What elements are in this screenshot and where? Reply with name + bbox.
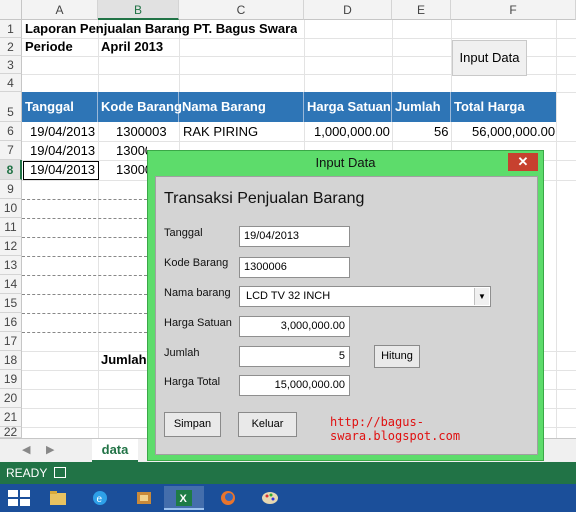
file-explorer-icon[interactable] — [38, 486, 78, 510]
form-heading: Transaksi Penjualan Barang — [164, 190, 365, 207]
column-header-b[interactable]: B — [98, 0, 179, 20]
row-header-6[interactable]: 6 — [0, 122, 22, 141]
row-header-3[interactable]: 3 — [0, 56, 22, 74]
row-header-22[interactable]: 22 — [0, 426, 22, 438]
excel-icon[interactable]: X — [164, 486, 204, 510]
header-jumlah[interactable]: Jumlah — [392, 92, 451, 122]
header-tanggal[interactable]: Tanggal — [22, 92, 98, 122]
internet-explorer-icon[interactable]: e — [80, 486, 120, 510]
harga-total-label: Harga Total — [164, 376, 221, 388]
start-windows-icon[interactable] — [0, 486, 40, 510]
column-header-d[interactable]: D — [304, 0, 392, 20]
svg-text:e: e — [97, 494, 103, 505]
dropdown-arrow-icon[interactable]: ▼ — [474, 288, 489, 305]
cell-tanggal[interactable]: 19/04/2013 — [30, 143, 95, 158]
column-header-e[interactable]: E — [392, 0, 451, 20]
blog-link[interactable]: http://bagus-swara.blogspot.com — [330, 415, 537, 443]
gridline — [98, 20, 99, 438]
dashed-border — [22, 275, 147, 276]
taskbar: e X — [0, 484, 576, 512]
cell-kode-barang[interactable]: 1300001 — [116, 143, 147, 158]
header-nama-barang[interactable]: Nama Barang — [179, 92, 304, 122]
cell-jumlah[interactable]: 56 — [434, 124, 448, 139]
kode-barang-field[interactable]: 1300006 — [239, 257, 350, 278]
jumlah-field[interactable]: 5 — [239, 346, 350, 367]
row-header-7[interactable]: 7 — [0, 141, 22, 160]
row-header-12[interactable]: 12 — [0, 237, 22, 256]
keluar-button[interactable]: Keluar — [238, 412, 297, 437]
dialog-title: Input Data — [315, 155, 376, 170]
dashed-border — [22, 332, 147, 333]
row-header-14[interactable]: 14 — [0, 275, 22, 294]
dialog-body: Transaksi Penjualan Barang Tanggal 19/04… — [155, 176, 538, 455]
row-header-8[interactable]: 8 — [0, 160, 22, 180]
select-all-corner[interactable] — [0, 0, 22, 20]
row-header-2[interactable]: 2 — [0, 38, 22, 56]
row-header-15[interactable]: 15 — [0, 294, 22, 313]
harga-satuan-field[interactable]: 3,000,000.00 — [239, 316, 350, 337]
dashed-border — [22, 256, 147, 257]
report-title[interactable]: Laporan Penjualan Barang PT. Bagus Swara — [25, 21, 297, 36]
row-header-9[interactable]: 9 — [0, 180, 22, 199]
macro-record-icon[interactable] — [54, 467, 66, 478]
row-header-4[interactable]: 4 — [0, 74, 22, 92]
harga-satuan-label: Harga Satuan — [164, 317, 232, 329]
cell-nama-barang[interactable]: RAK PIRING — [183, 124, 258, 139]
jumlah-label: Jumlah — [164, 347, 200, 359]
column-header-f[interactable]: F — [451, 0, 576, 20]
dashed-border — [22, 237, 147, 238]
header-kode-barang[interactable]: Kode Barang — [98, 92, 182, 122]
paint-icon[interactable] — [250, 486, 290, 510]
dashed-border — [22, 313, 147, 314]
svg-text:X: X — [180, 493, 188, 505]
simpan-button[interactable]: Simpan — [164, 412, 221, 437]
header-harga-satuan[interactable]: Harga Satuan — [304, 92, 392, 122]
gridline — [22, 141, 576, 142]
row-header-5[interactable]: 5 — [0, 92, 22, 122]
row-header-18[interactable]: 18 — [0, 351, 22, 370]
row-header-16[interactable]: 16 — [0, 313, 22, 332]
period-label[interactable]: Periode — [25, 39, 73, 54]
tanggal-label: Tanggal — [164, 227, 203, 239]
row-header-10[interactable]: 10 — [0, 199, 22, 218]
table-header: Tanggal Kode Barang Nama Barang Harga Sa… — [22, 92, 556, 122]
input-data-button[interactable]: Input Data — [452, 40, 527, 76]
header-total-harga[interactable]: Total Harga — [451, 92, 556, 122]
next-sheet-icon[interactable]: ▶ — [46, 443, 54, 456]
tanggal-field[interactable]: 19/04/2013 — [239, 226, 350, 247]
row-header-11[interactable]: 11 — [0, 218, 22, 237]
cell-harga-satuan[interactable]: 1,000,000.00 — [314, 124, 390, 139]
cell-tanggal[interactable]: 19/04/2013 — [30, 124, 95, 139]
status-bar: READY — [0, 462, 576, 484]
close-button[interactable]: ✕ — [508, 153, 538, 171]
input-data-dialog: Input Data ✕ Transaksi Penjualan Barang … — [147, 150, 544, 461]
nama-barang-value: LCD TV 32 INCH — [246, 290, 331, 302]
row-header-19[interactable]: 19 — [0, 370, 22, 389]
row-header-17[interactable]: 17 — [0, 332, 22, 351]
status-ready: READY — [6, 466, 48, 480]
dashed-border — [22, 199, 147, 200]
hitung-button[interactable]: Hitung — [374, 345, 420, 368]
sheet-tab-data[interactable]: data — [92, 439, 138, 463]
column-header-c[interactable]: C — [179, 0, 304, 20]
cell-kode-barang[interactable]: 1300003 — [116, 124, 167, 139]
prev-sheet-icon[interactable]: ◀ — [22, 443, 30, 456]
harga-total-field[interactable]: 15,000,000.00 — [239, 375, 350, 396]
row-header-13[interactable]: 13 — [0, 256, 22, 275]
row-header-1[interactable]: 1 — [0, 20, 22, 38]
period-value[interactable]: April 2013 — [101, 39, 163, 54]
gridline — [556, 20, 557, 438]
nama-barang-label: Nama barang — [164, 287, 231, 299]
row-header-20[interactable]: 20 — [0, 389, 22, 408]
dashed-border — [22, 218, 147, 219]
cell-total-harga[interactable]: 56,000,000.00 — [472, 124, 555, 139]
kode-barang-label: Kode Barang — [164, 257, 229, 269]
nama-barang-select[interactable]: LCD TV 32 INCH ▼ — [239, 286, 491, 307]
app-icon[interactable] — [124, 486, 164, 510]
column-header-a[interactable]: A — [22, 0, 98, 20]
dashed-border — [22, 294, 147, 295]
cell-tanggal[interactable]: 19/04/2013 — [23, 161, 99, 180]
jumlah-summary-label[interactable]: Jumlah — [101, 352, 147, 367]
firefox-icon[interactable] — [208, 486, 248, 510]
